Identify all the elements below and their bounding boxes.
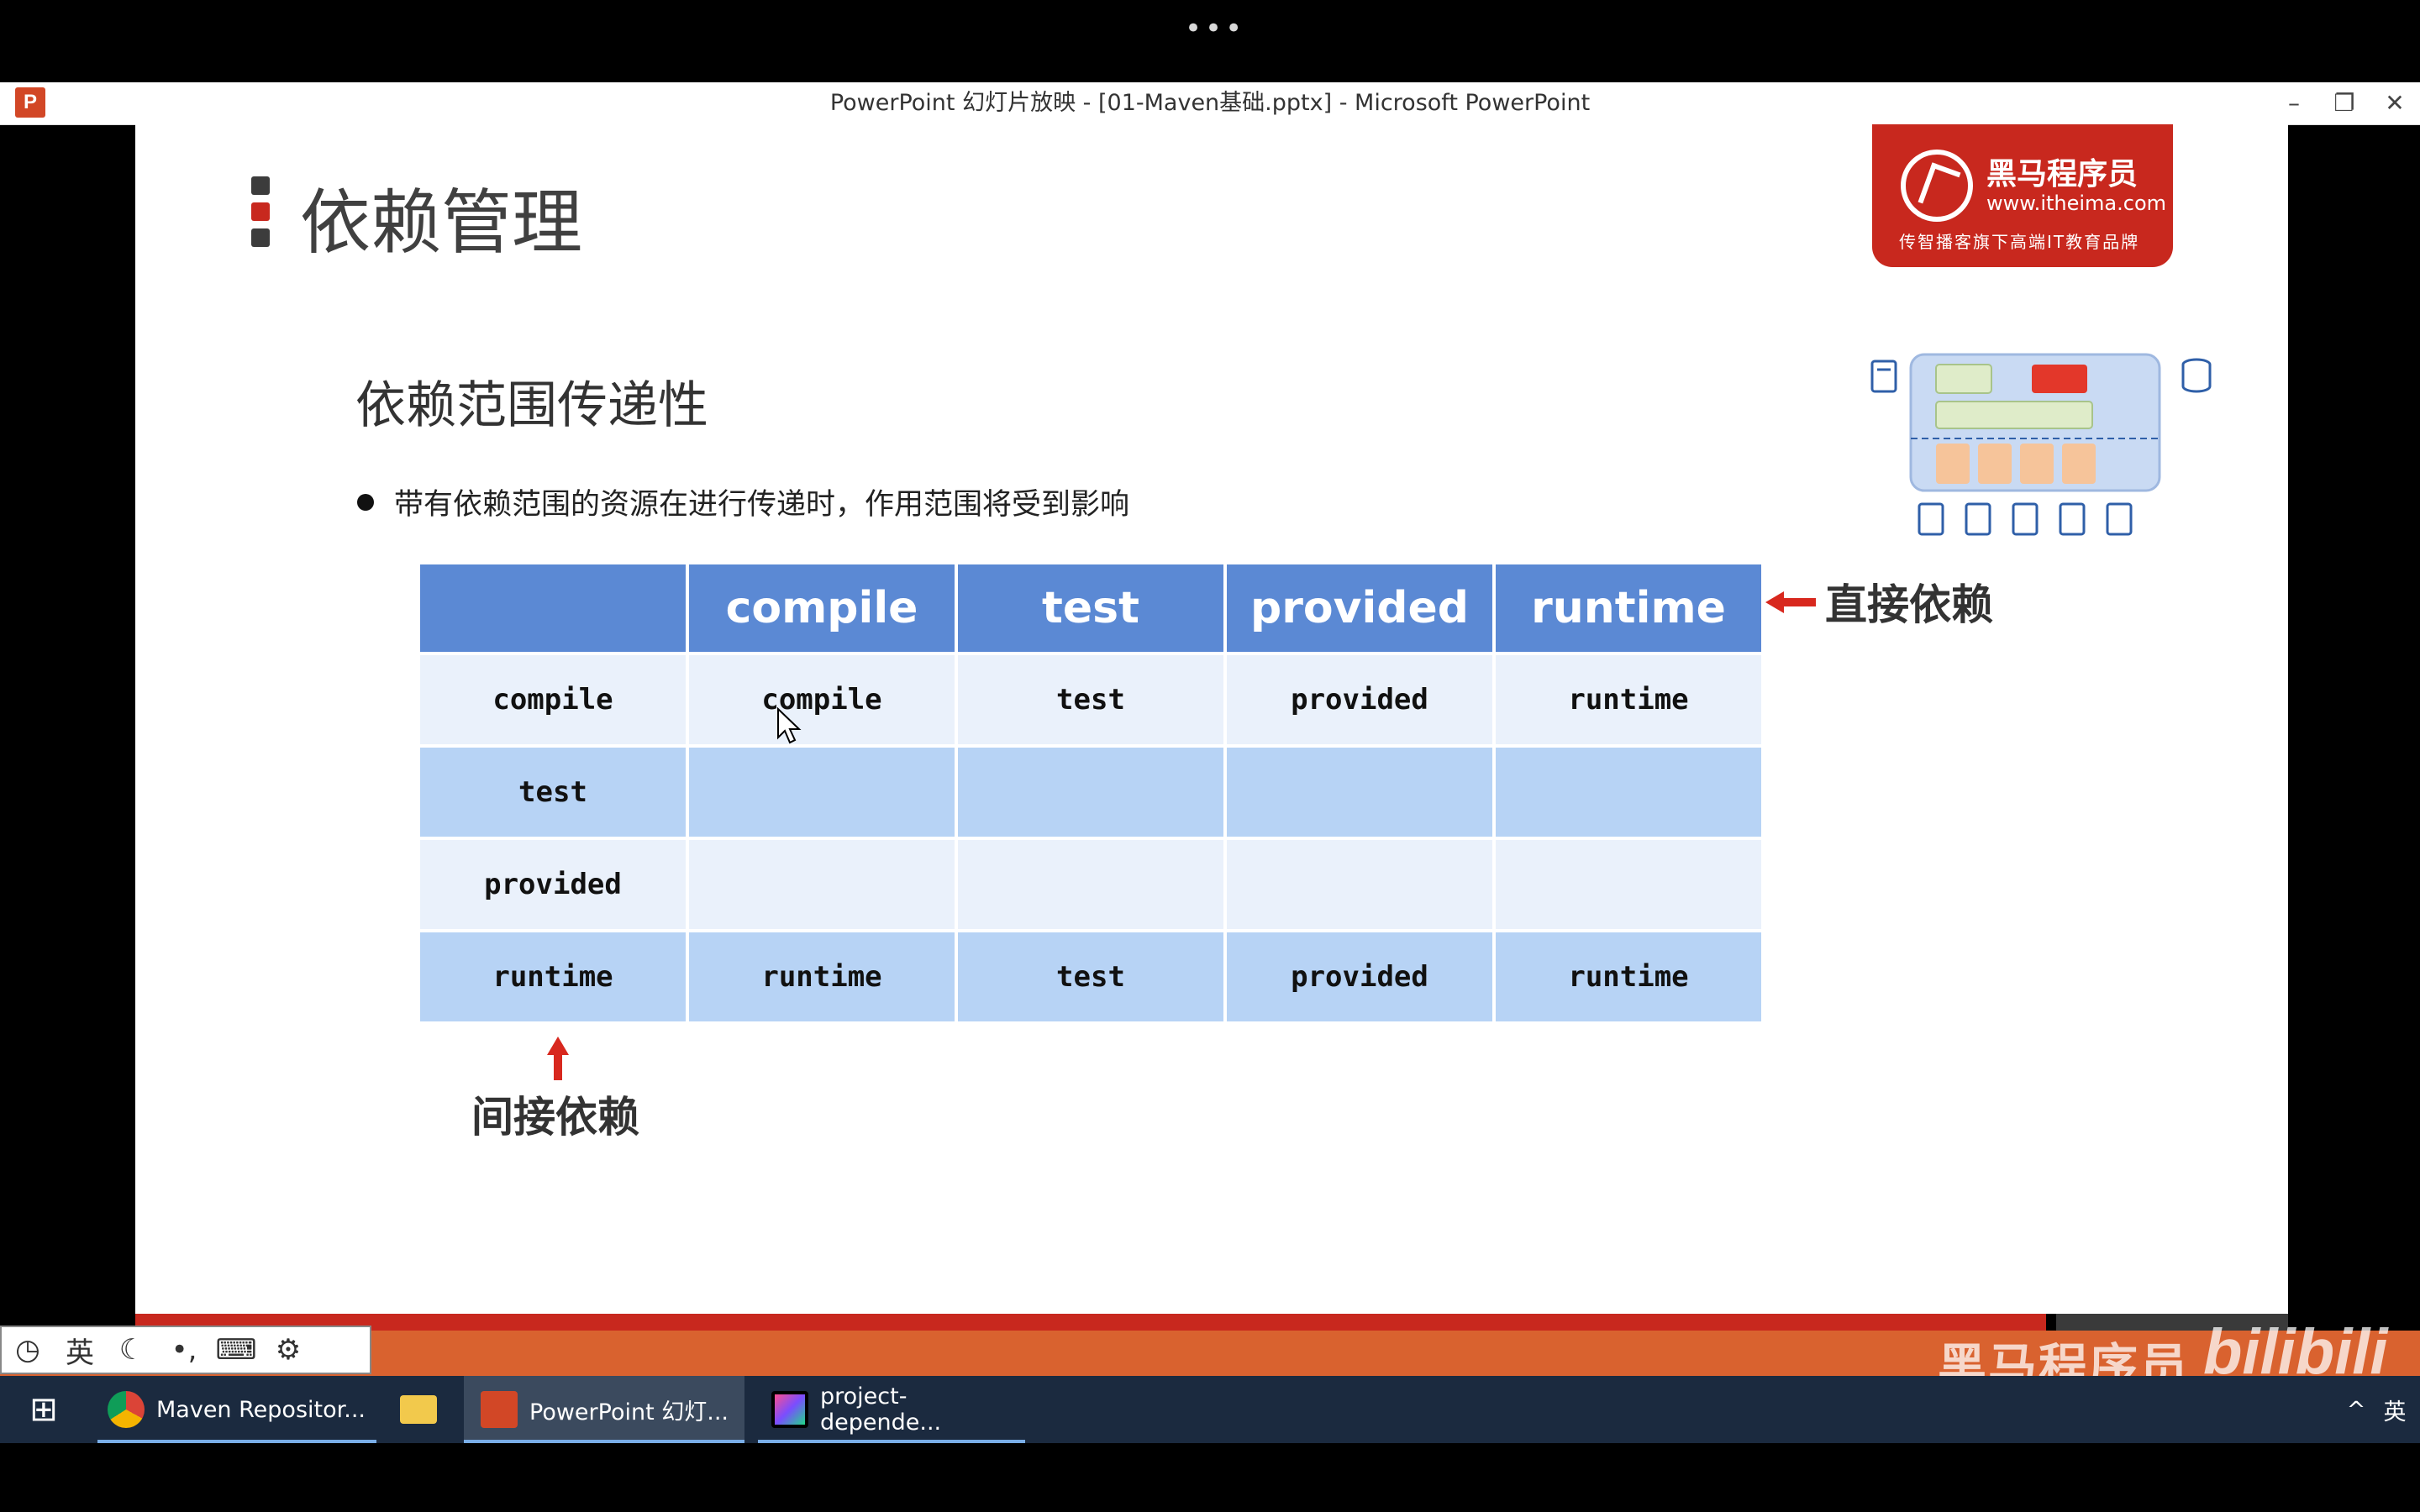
table-row: provided <box>420 840 1761 929</box>
table-cell <box>1227 840 1492 929</box>
ime-toolbar: ◷ 英 ☾ •, ⌨ ⚙ <box>0 1326 371 1374</box>
table-cell: runtime <box>1496 932 1761 1021</box>
horse-logo-icon <box>1901 150 1973 222</box>
taskbar-item-explorer[interactable] <box>393 1376 444 1443</box>
table-header-row: compile test provided runtime <box>420 564 1761 652</box>
brand-logo: 黑马程序员 www.itheima.com 传智播客旗下高端IT教育品牌 <box>1872 124 2173 267</box>
table-cell <box>958 748 1223 837</box>
logo-slogan: 传智播客旗下高端IT教育品牌 <box>1899 232 2140 252</box>
table-header-cell: compile <box>689 564 955 652</box>
table-header-cell <box>420 564 686 652</box>
table-cell <box>1496 840 1761 929</box>
table-cell: compile <box>420 655 686 744</box>
dependency-diagram-icon <box>1870 353 2212 536</box>
table-cell <box>1227 748 1492 837</box>
up-arrow-icon <box>547 1037 569 1080</box>
gear-icon[interactable]: ⚙ <box>262 1333 314 1367</box>
taskbar-item-chrome[interactable]: Maven Repositor... <box>97 1376 376 1443</box>
table-cell: test <box>958 655 1223 744</box>
bottom-letterbox <box>0 1443 2420 1512</box>
ime-language-toggle[interactable]: 英 <box>54 1330 106 1371</box>
taskbar-item-intellij[interactable]: project-depende... <box>758 1376 1025 1443</box>
table-cell <box>958 840 1223 929</box>
scope-table: compile test provided runtime compile co… <box>417 561 1765 1025</box>
minimize-button[interactable]: – <box>2269 82 2319 124</box>
table-cell: runtime <box>1496 655 1761 744</box>
table-cell <box>1496 748 1761 837</box>
table-cell: provided <box>1227 932 1492 1021</box>
moon-icon[interactable]: ☾ <box>106 1333 158 1367</box>
table-cell: test <box>958 932 1223 1021</box>
table-header-cell: runtime <box>1496 564 1761 652</box>
tray-language-indicator[interactable]: 英 <box>2378 1376 2412 1443</box>
table-cell: runtime <box>689 932 955 1021</box>
window-title-bar: P PowerPoint 幻灯片放映 - [01-Maven基础.pptx] -… <box>0 82 2420 125</box>
table-row: compile compile test provided runtime <box>420 655 1761 744</box>
intellij-icon <box>771 1391 808 1428</box>
taskbar: ⊞ Maven Repositor... PowerPoint 幻灯... pr… <box>0 1376 2420 1443</box>
slide: 依赖管理 黑马程序员 www.itheima.com 传智播客旗下高端IT教育品… <box>135 124 2288 1314</box>
windows-start-icon[interactable]: ⊞ <box>18 1376 69 1443</box>
mouse-cursor-icon <box>777 707 802 744</box>
table-cell <box>689 840 955 929</box>
direct-dependency-label: 直接依赖 <box>1825 580 1993 629</box>
table-cell <box>689 748 955 837</box>
logo-name: 黑马程序员 <box>1986 157 2139 192</box>
table-cell: provided <box>420 840 686 929</box>
punctuation-icon[interactable]: •, <box>158 1333 210 1367</box>
restore-button[interactable]: ❐ <box>2319 82 2370 124</box>
table-row: test <box>420 748 1761 837</box>
table-cell: test <box>420 748 686 837</box>
table-row: runtime runtime test provided runtime <box>420 932 1761 1021</box>
keyboard-icon[interactable]: ⌨ <box>210 1333 262 1367</box>
section-title: 依赖范围传递性 <box>355 376 708 435</box>
tray-expand-icon[interactable]: ^ <box>2341 1376 2371 1443</box>
page-title: 依赖管理 <box>300 181 583 264</box>
taskbar-item-powerpoint[interactable]: PowerPoint 幻灯... <box>464 1376 744 1443</box>
logo-url: www.itheima.com <box>1986 192 2167 215</box>
more-dots-icon[interactable]: ••• <box>1185 12 1245 45</box>
powerpoint-icon <box>481 1391 518 1428</box>
table-header-cell: provided <box>1227 564 1492 652</box>
slide-footer-band <box>135 1314 2046 1331</box>
left-arrow-icon <box>1765 591 1816 613</box>
top-bar: ••• <box>0 0 2420 82</box>
window-title: PowerPoint 幻灯片放映 - [01-Maven基础.pptx] - M… <box>829 90 1591 116</box>
taskbar-item-label: Maven Repositor... <box>156 1396 366 1423</box>
table-cell: compile <box>689 655 955 744</box>
indirect-dependency-label: 间接依赖 <box>471 1093 639 1142</box>
bullet-text: 带有依赖范围的资源在进行传递时，作用范围将受到影响 <box>394 488 1130 522</box>
taskbar-item-label: project-depende... <box>820 1383 942 1436</box>
bullet-dot-icon <box>357 494 374 511</box>
table-cell: runtime <box>420 932 686 1021</box>
chrome-icon <box>108 1391 145 1428</box>
title-accent-bars <box>251 176 270 255</box>
table-header-cell: test <box>958 564 1223 652</box>
ime-logo-icon[interactable]: ◷ <box>2 1333 54 1367</box>
close-button[interactable]: ✕ <box>2370 82 2420 124</box>
folder-icon <box>400 1395 437 1424</box>
taskbar-item-label: PowerPoint 幻灯... <box>529 1399 729 1425</box>
table-cell: provided <box>1227 655 1492 744</box>
